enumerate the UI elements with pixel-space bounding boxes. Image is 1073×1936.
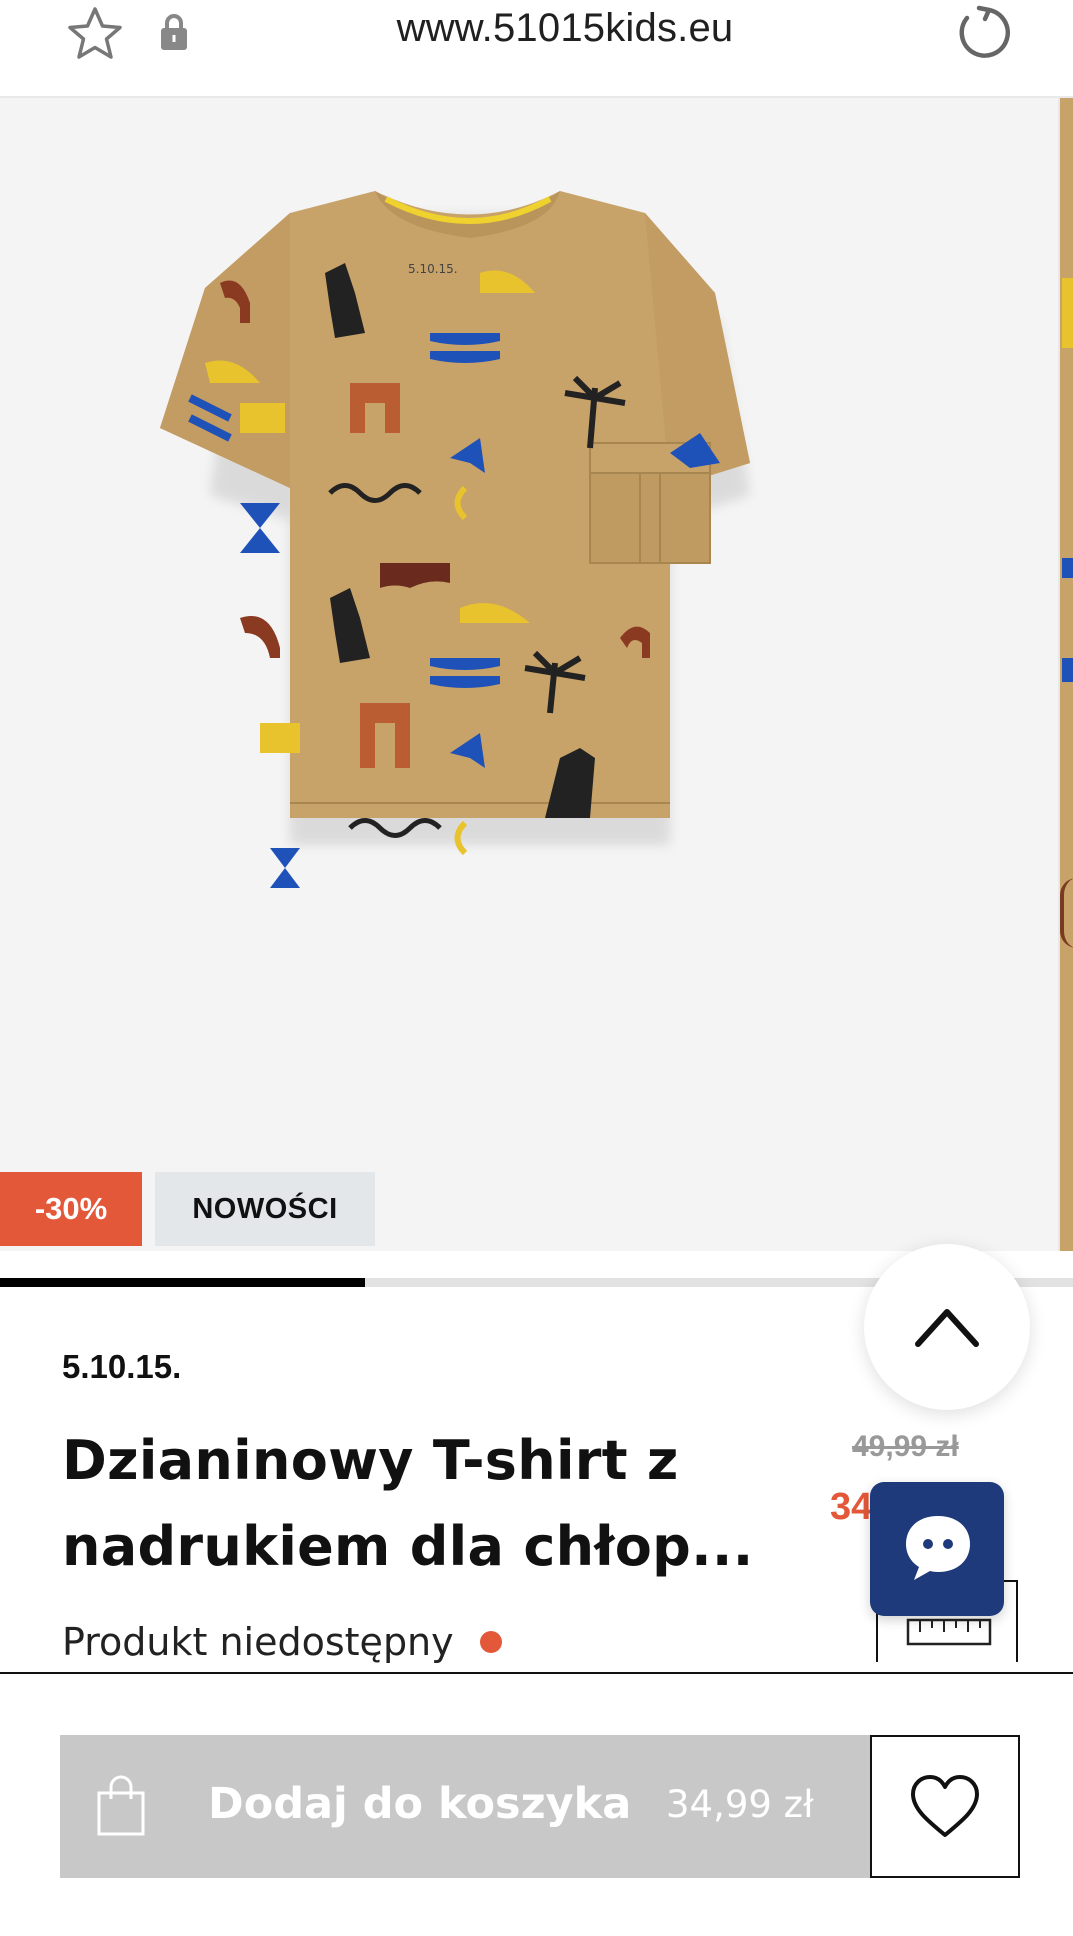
scroll-up-button[interactable] bbox=[864, 1244, 1030, 1410]
chevron-up-icon bbox=[915, 1309, 979, 1347]
next-image-print bbox=[1062, 558, 1073, 578]
new-badge: NOWOŚCI bbox=[155, 1172, 375, 1246]
shopping-bag-icon bbox=[97, 1775, 145, 1836]
next-image-print bbox=[1062, 278, 1073, 348]
product-title-line: Dzianinowy T-shirt z bbox=[62, 1429, 679, 1492]
product-title-line: nadrukiem dla chłop... bbox=[62, 1515, 754, 1578]
browser-bar: www.51015kids.eu bbox=[0, 0, 1073, 98]
status-dot bbox=[479, 1631, 502, 1653]
next-image-print bbox=[1062, 658, 1073, 682]
svg-text:5.10.15.: 5.10.15. bbox=[408, 262, 458, 276]
url-text[interactable]: www.51015kids.eu bbox=[0, 6, 1073, 51]
availability-text: Produkt niedostępny bbox=[62, 1620, 454, 1664]
product-image[interactable]: 5.10.15. bbox=[0, 98, 1058, 1251]
ruler-icon bbox=[906, 1618, 992, 1646]
product-title: Dzianinowy T-shirt z nadrukiem dla chłop… bbox=[62, 1418, 762, 1590]
next-image-print bbox=[1060, 878, 1073, 948]
reload-icon[interactable] bbox=[955, 2, 1015, 62]
divider bbox=[0, 1672, 1073, 1674]
add-to-cart-button[interactable]: Dodaj do koszyka 34,99 zł bbox=[60, 1735, 870, 1878]
heart-icon bbox=[911, 1775, 979, 1837]
gallery-progress-fill bbox=[0, 1278, 365, 1287]
old-price: 49,99 zł bbox=[852, 1430, 959, 1463]
product-brand[interactable]: 5.10.15. bbox=[62, 1348, 181, 1386]
chat-button[interactable] bbox=[870, 1482, 1004, 1616]
next-image-peek[interactable] bbox=[1058, 98, 1073, 1251]
chat-bubble-icon bbox=[906, 1516, 970, 1580]
tshirt-image: 5.10.15. bbox=[160, 191, 750, 888]
discount-badge: -30% bbox=[0, 1172, 142, 1246]
add-to-cart-label: Dodaj do koszyka bbox=[208, 1779, 632, 1829]
add-to-cart-price: 34,99 zł bbox=[666, 1783, 814, 1826]
availability-status: Produkt niedostępny bbox=[62, 1620, 502, 1664]
wishlist-button[interactable] bbox=[870, 1735, 1020, 1878]
